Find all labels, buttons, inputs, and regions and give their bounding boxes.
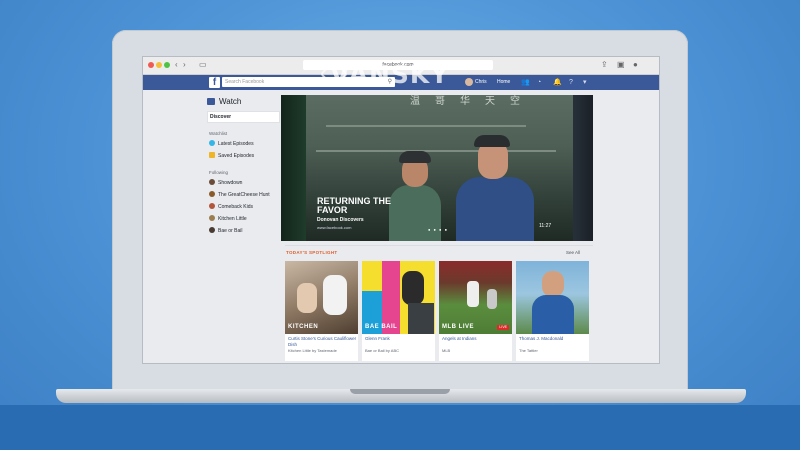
person-figure: [402, 271, 424, 305]
messenger-icon[interactable]: ◔: [537, 78, 541, 87]
card-subtitle: Kitchen Little by Tastemade: [288, 348, 337, 353]
spotlight-card[interactable]: Thomas J. Macdonald The Tattler: [516, 261, 589, 361]
show-avatar: [209, 203, 215, 209]
show-avatar: [209, 227, 215, 233]
quick-help-icon[interactable]: ?: [569, 78, 573, 87]
sidebar-item-great-cheese-hunt[interactable]: The GreatCheese Hunt: [209, 191, 270, 199]
desk-surface: [0, 405, 800, 450]
batter-figure: [467, 281, 479, 307]
person-body: [532, 295, 574, 334]
friend-requests-icon[interactable]: 👥: [521, 78, 530, 87]
thumbnail-label: KITCHEN: [288, 324, 319, 330]
facebook-logo-icon[interactable]: f: [209, 77, 220, 88]
watermark-subtext: 温哥华天空: [410, 96, 535, 107]
sidebar-item-label: Kitchen Little: [218, 216, 247, 222]
video-thumbnail[interactable]: KITCHEN: [285, 261, 358, 334]
notifications-icon[interactable]: 🔔: [553, 78, 562, 87]
watch-heading[interactable]: Watch: [207, 97, 241, 107]
sidebar-item-kitchen-little[interactable]: Kitchen Little: [209, 215, 247, 223]
watchlist-heading: Watchlist: [209, 131, 228, 136]
person-figure: [297, 283, 317, 313]
watermark-text: VANSKY: [330, 60, 450, 89]
sidebar-item-label: The GreatCheese Hunt: [218, 192, 270, 198]
sidebar-item-label: Bae or Bail: [218, 228, 243, 234]
sidebar-item-comeback-kids[interactable]: Comeback Kids: [209, 203, 253, 211]
laptop-screen: ‹ › ▭ facebook.com ⇪ ▣ ● f Search Facebo…: [142, 56, 660, 364]
featured-video-player[interactable]: RETURNING THE FAVOR Donovan Discovers ww…: [281, 95, 593, 241]
spotlight-card[interactable]: BAE BAIL Glenn Frank Bae or Bail by ABC: [362, 261, 435, 361]
featured-video-link[interactable]: www.facebook.com: [317, 225, 351, 230]
card-title[interactable]: Glenn Frank: [365, 336, 435, 342]
sidebar-item-discover[interactable]: Discover: [207, 111, 280, 123]
chef-figure: [323, 275, 347, 315]
show-avatar: [209, 191, 215, 197]
video-thumbnail[interactable]: [516, 261, 589, 334]
show-avatar: [209, 215, 215, 221]
tabs-icon[interactable]: ▣: [617, 60, 625, 70]
search-placeholder: Search Facebook: [225, 79, 265, 85]
next-video-preview[interactable]: [573, 95, 593, 241]
home-link[interactable]: Home: [497, 78, 510, 87]
video-duration: 11:27: [539, 223, 552, 229]
card-subtitle: Bae or Bail by ABC: [365, 348, 400, 353]
sidebar-item-label: Showdown: [218, 180, 243, 186]
thumbnail-label: BAE BAIL: [365, 324, 398, 330]
featured-video-subtitle: Donovan Discovers: [317, 217, 364, 223]
minimize-window-button[interactable]: [156, 62, 162, 68]
video-thumbnail[interactable]: BAE BAIL: [362, 261, 435, 334]
catcher-figure: [487, 289, 497, 309]
person-body: [408, 303, 434, 334]
previous-video-preview[interactable]: [281, 95, 306, 241]
close-window-button[interactable]: [148, 62, 154, 68]
spotlight-card[interactable]: MLB LIVE LIVE Angels at Indians MLB: [439, 261, 512, 361]
person-left-cap: [399, 151, 431, 163]
profile-avatar[interactable]: [465, 78, 473, 86]
see-all-link[interactable]: See All: [566, 250, 580, 255]
sidebar-item-label: Saved Episodes: [218, 153, 255, 159]
shelf: [316, 150, 556, 152]
watch-title-label: Watch: [219, 97, 242, 106]
back-arrow-icon[interactable]: ‹: [175, 60, 178, 70]
thumbnail-label: MLB LIVE: [442, 324, 474, 330]
sidebar-toggle-icon[interactable]: ▭: [199, 60, 207, 70]
sidebar-item-showdown[interactable]: Showdown: [209, 179, 242, 187]
show-avatar: [209, 179, 215, 185]
card-subtitle: MLB: [442, 348, 451, 353]
forward-arrow-icon[interactable]: ›: [183, 60, 186, 70]
card-title[interactable]: Curtis Stone's Curious Cauliflower Dish: [288, 336, 358, 348]
spotlight-card[interactable]: KITCHEN Curtis Stone's Curious Cauliflow…: [285, 261, 358, 361]
divider: [285, 245, 593, 246]
card-subtitle: The Tattler: [519, 348, 538, 353]
bookmark-icon: [209, 152, 215, 158]
card-title[interactable]: Angels at Indians: [442, 336, 512, 342]
following-heading: Following: [209, 170, 229, 175]
person-right-cap: [474, 135, 510, 147]
maximize-window-button[interactable]: [164, 62, 170, 68]
person-right: [456, 177, 534, 241]
featured-video-title: RETURNING THE FAVOR: [317, 196, 391, 215]
spotlight-heading: TODAY'S SPOTLIGHT: [286, 250, 338, 255]
account-menu-chevron-down-icon[interactable]: ▾: [583, 78, 587, 87]
person-head: [542, 271, 564, 297]
sidebar-item-latest-episodes[interactable]: Latest Episodes: [209, 140, 254, 148]
card-title[interactable]: Thomas J. Macdonald: [519, 336, 589, 342]
laptop-notch: [350, 389, 450, 394]
video-thumbnail[interactable]: MLB LIVE LIVE: [439, 261, 512, 334]
sidebar-item-saved-episodes[interactable]: Saved Episodes: [209, 152, 254, 160]
live-badge: LIVE: [497, 325, 509, 330]
watch-tv-icon: [207, 98, 215, 105]
profile-name-link[interactable]: Chris: [475, 78, 487, 87]
sidebar-item-label: Latest Episodes: [218, 141, 254, 147]
sidebar-item-bae-or-bail[interactable]: Bae or Bail: [209, 227, 242, 235]
sidebar-item-label: Comeback Kids: [218, 204, 254, 210]
extension-icon[interactable]: ●: [633, 60, 638, 70]
carousel-indicator[interactable]: ● ● ● ●: [428, 227, 448, 232]
shelf: [326, 125, 526, 127]
play-icon: [209, 140, 215, 146]
share-icon[interactable]: ⇪: [601, 60, 608, 70]
